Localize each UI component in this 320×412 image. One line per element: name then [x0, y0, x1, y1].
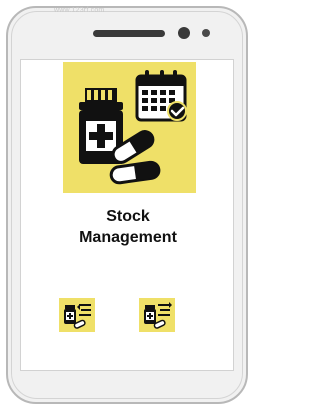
medicine-sort-button[interactable]	[139, 298, 175, 332]
title-line-1: Stock	[106, 208, 150, 225]
page-title: Stock Management	[21, 206, 235, 248]
medicine-list-button[interactable]	[59, 298, 95, 332]
title-line-2: Management	[79, 229, 177, 246]
front-camera	[178, 27, 190, 39]
medicine-sort-icon	[144, 302, 172, 329]
check-badge-icon	[167, 101, 187, 121]
app-screen: Stock Management	[20, 59, 234, 371]
capsule-icon-2	[109, 160, 161, 185]
speaker-grille	[93, 30, 165, 37]
watermark: www.123rf.com	[54, 7, 105, 14]
medicine-list-icon	[64, 304, 91, 329]
medicine-calendar-icon	[63, 62, 196, 193]
calendar-icon	[135, 70, 187, 122]
proximity-sensor	[202, 29, 210, 37]
